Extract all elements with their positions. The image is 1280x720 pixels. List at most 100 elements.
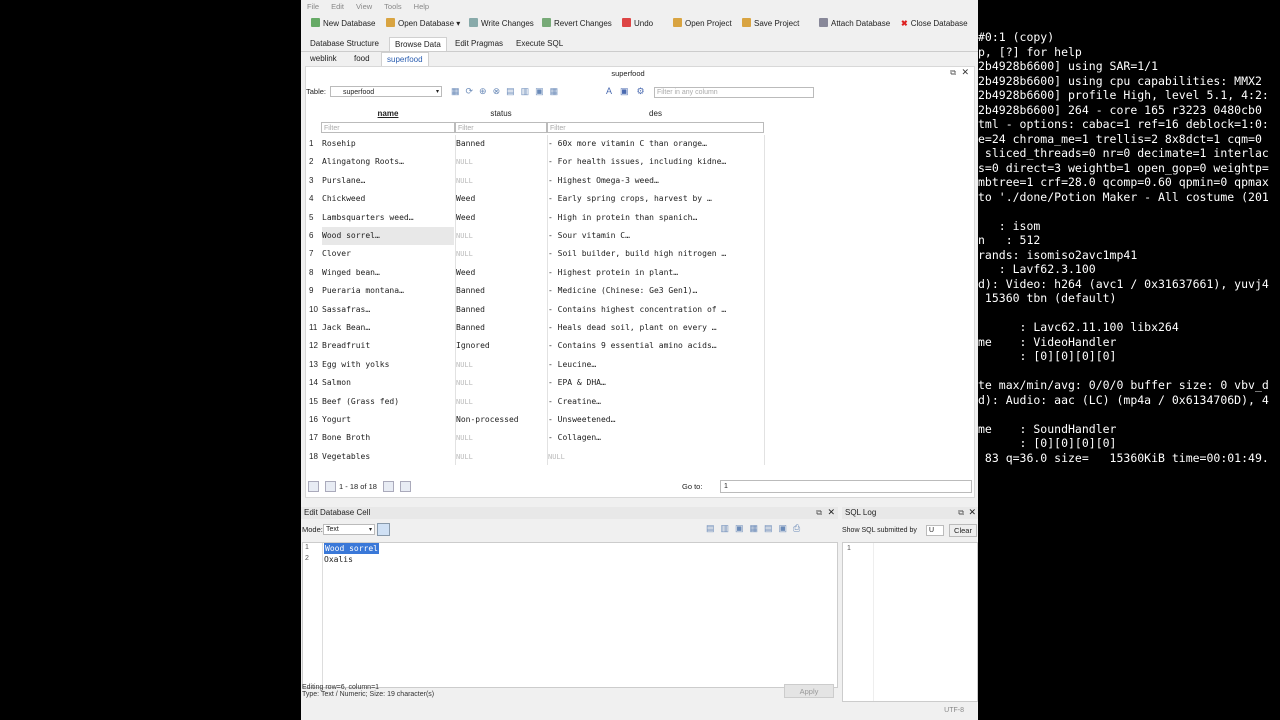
undo-button[interactable]: Undo [622,17,653,31]
table-cell[interactable]: Banned [456,319,546,337]
sql-log-text[interactable]: 1 [842,542,978,702]
table-cell[interactable]: - Medicine (Chinese: Ge3 Gen1)… [548,282,763,300]
table-cell[interactable]: Lambsquarters weed… [322,209,454,227]
table-cell[interactable]: - Contains 9 essential amino acids… [548,337,763,355]
table-row[interactable]: 17 Bone Broth NULL - Collagen… [306,429,764,447]
tab-weblink[interactable]: weblink [305,52,342,66]
table-cell[interactable]: Alingatong Roots… [322,153,454,171]
table-cell[interactable]: - High in protein than spanich… [548,209,763,227]
table-cell[interactable]: - Contains highest concentration of … [548,301,763,319]
filter-any-column-input[interactable]: Filter in any column [654,87,814,98]
open-project-button[interactable]: Open Project [673,17,732,31]
table-row[interactable]: 4 Chickweed Weed - Early spring crops, harv… [306,190,764,208]
table-row[interactable]: 11 Jack Bean… Banned - Heals dead soil, pla… [306,319,764,337]
tab-food[interactable]: food [349,52,375,66]
column-header-status[interactable]: status [455,107,547,121]
tab-execute-sql[interactable]: Execute SQL [511,37,568,51]
table-cell[interactable]: Chickweed [322,190,454,208]
table-select[interactable]: superfood ▾ [330,86,442,97]
table-cell[interactable]: - Highest protein in plant… [548,264,763,282]
table-cell[interactable]: NULL [456,227,546,245]
table-cell[interactable]: Jack Bean… [322,319,454,337]
table-cell[interactable]: - Soil builder, build high nitrogen … [548,245,763,263]
attach-database-button[interactable]: Attach Database [819,17,890,31]
cell-toolbar-icons[interactable]: ▤▥▣▦▤▣⎙ [706,523,806,534]
float-icon[interactable]: ⧉ [816,508,822,518]
clear-button[interactable]: Clear [949,524,977,537]
table-cell[interactable]: NULL [456,429,546,447]
table-cell[interactable]: Pueraria montana… [322,282,454,300]
cell-text-line[interactable]: Wood sorrel [324,543,379,554]
next-record-button[interactable] [383,481,394,492]
table-cell[interactable]: - Creatine… [548,393,763,411]
last-record-button[interactable] [400,481,411,492]
table-row[interactable]: 14 Salmon NULL - EPA & DHA… [306,374,764,392]
table-cell[interactable]: Breadfruit [322,337,454,355]
table-cell[interactable]: - Leucine… [548,356,763,374]
apply-button[interactable]: Apply [784,684,834,698]
menu-help[interactable]: Help [414,0,429,14]
previous-record-button[interactable] [325,481,336,492]
filter-des-input[interactable]: Filter [547,122,764,133]
tab-superfood[interactable]: superfood [381,52,429,67]
column-header-name[interactable]: name [321,107,455,121]
save-project-button[interactable]: Save Project [742,17,799,31]
table-cell[interactable]: Banned [456,135,546,153]
table-cell[interactable]: NULL [456,172,546,190]
table-row[interactable]: 15 Beef (Grass fed) NULL - Creatine… [306,393,764,411]
table-row[interactable]: 7 Clover NULL - Soil builder, build high ni… [306,245,764,263]
table-cell[interactable]: - 60x more vitamin C than orange… [548,135,763,153]
menu-view[interactable]: View [356,0,372,14]
close-database-button[interactable]: ✖ Close Database [901,17,968,31]
table-cell[interactable]: NULL [456,153,546,171]
table-cell[interactable]: Bone Broth [322,429,454,447]
table-cell[interactable]: NULL [548,448,763,466]
filter-status-input[interactable]: Filter [455,122,547,133]
close-icon[interactable]: ✕ [827,507,835,518]
open-database-button[interactable]: Open Database ▾ [386,17,460,31]
table-cell[interactable]: - EPA & DHA… [548,374,763,392]
table-row[interactable]: 1 Rosehip Banned - 60x more vitamin C than … [306,135,764,153]
table-cell[interactable]: Weed [456,209,546,227]
table-cell[interactable]: Non-processed [456,411,546,429]
menu-edit[interactable]: Edit [331,0,344,14]
tab-edit-pragmas[interactable]: Edit Pragmas [450,37,508,51]
float-icon[interactable]: ⧉ [950,68,956,78]
table-cell[interactable]: NULL [456,448,546,466]
table-cell[interactable]: Clover [322,245,454,263]
table-cell[interactable]: NULL [456,374,546,392]
first-record-button[interactable] [308,481,319,492]
tab-browse-data[interactable]: Browse Data [389,37,447,52]
table-row[interactable]: 3 Purslane… NULL - Highest Omega-3 weed… [306,172,764,190]
column-header-des[interactable]: des [547,107,764,121]
table-cell[interactable]: - Highest Omega-3 weed… [548,172,763,190]
table-row[interactable]: 16 Yogurt Non-processed - Unsweetened… [306,411,764,429]
table-cell[interactable]: - For health issues, including kidne… [548,153,763,171]
table-cell[interactable]: Beef (Grass fed) [322,393,454,411]
table-cell[interactable]: Ignored [456,337,546,355]
table-cell[interactable]: NULL [456,356,546,374]
table-cell[interactable]: - Unsweetened… [548,411,763,429]
table-row[interactable]: 8 Winged bean… Weed - Highest protein in pl… [306,264,764,282]
table-cell[interactable]: Banned [456,282,546,300]
close-icon[interactable]: ✕ [968,507,976,518]
menu-file[interactable]: File [307,0,319,14]
close-icon[interactable]: ✕ [961,67,969,78]
table-cell[interactable]: - Collagen… [548,429,763,447]
table-cell[interactable]: NULL [456,245,546,263]
submitted-by-select[interactable]: U [926,525,944,536]
menu-tools[interactable]: Tools [384,0,402,14]
table-row[interactable]: 5 Lambsquarters weed… Weed - High in protei… [306,209,764,227]
autoformat-icon[interactable] [377,523,390,536]
table-row[interactable]: 10 Sassafras… Banned - Contains highest con… [306,301,764,319]
table-cell[interactable]: Banned [456,301,546,319]
table-row[interactable]: 13 Egg with yolks NULL - Leucine… [306,356,764,374]
table-cell[interactable]: NULL [456,393,546,411]
table-cell[interactable]: Weed [456,264,546,282]
table-cell[interactable]: Weed [456,190,546,208]
table-row[interactable]: 18 Vegetables NULL NULL [306,448,764,466]
filter-name-input[interactable]: Filter [321,122,455,133]
table-cell[interactable]: Rosehip [322,135,454,153]
mode-select[interactable]: Text ▾ [323,524,375,535]
table-row[interactable]: 6 Wood sorrel… NULL - Sour vitamin C… [306,227,764,245]
